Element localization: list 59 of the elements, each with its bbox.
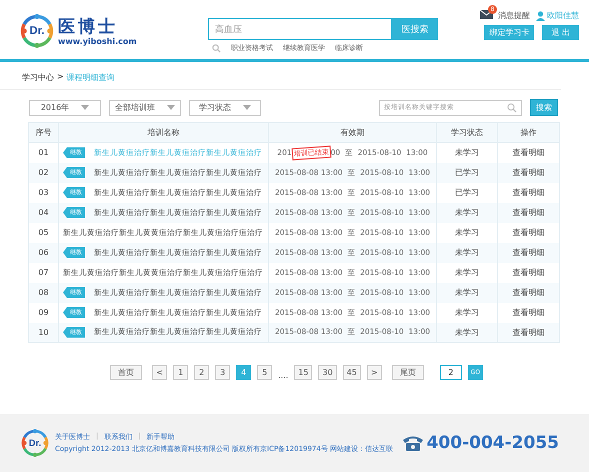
status-text: 未学习 bbox=[455, 328, 479, 337]
dropdown-arrow-icon bbox=[167, 105, 175, 110]
breadcrumb-current: 课程明细查询 bbox=[66, 72, 115, 83]
status-text: 未学习 bbox=[455, 288, 479, 297]
page-button[interactable]: 5 bbox=[257, 365, 272, 380]
table-cell: 08 bbox=[28, 282, 58, 302]
page-button[interactable]: 45 bbox=[342, 365, 361, 380]
page-button[interactable]: 2 bbox=[194, 365, 210, 380]
logo-title: 医博士 bbox=[58, 16, 119, 36]
status-text: 已学习 bbox=[455, 188, 479, 197]
status-text: 未学习 bbox=[455, 228, 479, 237]
table-cell: 10 bbox=[28, 322, 58, 342]
envelope-icon[interactable] bbox=[480, 10, 493, 19]
status-text: 未学习 bbox=[455, 308, 479, 317]
next-page-button[interactable]: > bbox=[366, 365, 382, 380]
table-cell: 04 bbox=[28, 202, 58, 222]
search-icon bbox=[507, 102, 517, 112]
status-text: 未学习 bbox=[455, 248, 479, 257]
view-details-link[interactable]: 查看明细 bbox=[512, 148, 544, 158]
page-button[interactable]: 30 bbox=[318, 365, 337, 380]
dropdown-arrow-icon bbox=[243, 105, 251, 110]
page-button[interactable]: 15 bbox=[294, 365, 312, 380]
table-cell: 06 bbox=[28, 242, 58, 262]
column-header: 序号 bbox=[28, 122, 58, 142]
view-details-link[interactable]: 查看明细 bbox=[512, 188, 544, 197]
filter-label: 学习状态 bbox=[199, 102, 231, 113]
page-number-field[interactable]: 2 bbox=[440, 365, 462, 380]
filter-label: 2016年 bbox=[40, 102, 70, 113]
phone-number: 400-004-2055 bbox=[426, 433, 559, 453]
status-text: 未学习 bbox=[455, 148, 479, 158]
column-header: 操作 bbox=[498, 122, 560, 142]
page-button[interactable]: 1 bbox=[173, 365, 188, 380]
logo-url: www.yiboshi.com bbox=[58, 36, 137, 46]
column-header: 学习状态 bbox=[436, 122, 498, 142]
breadcrumb-link[interactable]: 学习中心 bbox=[22, 72, 54, 83]
messages-link[interactable]: 消息提醒 bbox=[498, 10, 530, 21]
status-text: 未学习 bbox=[455, 208, 479, 217]
filter-dropdown[interactable]: 全部培训班 bbox=[109, 100, 181, 116]
pagination-ellipsis: .... bbox=[278, 371, 288, 380]
view-details-link[interactable]: 查看明细 bbox=[512, 308, 544, 317]
filter-label: 全部培训班 bbox=[115, 102, 155, 113]
last-page-button[interactable]: 尾页 bbox=[392, 365, 424, 380]
view-details-link[interactable]: 查看明细 bbox=[512, 228, 544, 237]
search-icon bbox=[212, 44, 221, 52]
column-header: 有效期 bbox=[268, 122, 436, 142]
dropdown-arrow-icon bbox=[81, 105, 90, 110]
status-text: 未学习 bbox=[455, 268, 479, 277]
status-text: 已学习 bbox=[455, 168, 479, 177]
table-cell: 02 bbox=[28, 162, 58, 182]
breadcrumb-separator: > bbox=[57, 72, 64, 83]
first-page-button[interactable]: 首页 bbox=[110, 365, 142, 380]
user-icon bbox=[536, 10, 545, 20]
column-header: 培训名称 bbox=[58, 122, 268, 142]
previous-page-button[interactable]: < bbox=[152, 365, 168, 380]
filter-dropdown[interactable]: 学习状态 bbox=[189, 100, 261, 116]
page-button[interactable]: 3 bbox=[215, 365, 230, 380]
view-details-link[interactable]: 查看明细 bbox=[512, 268, 544, 277]
telephone-icon bbox=[402, 435, 424, 451]
filter-dropdown[interactable]: 2016年 bbox=[29, 100, 101, 116]
